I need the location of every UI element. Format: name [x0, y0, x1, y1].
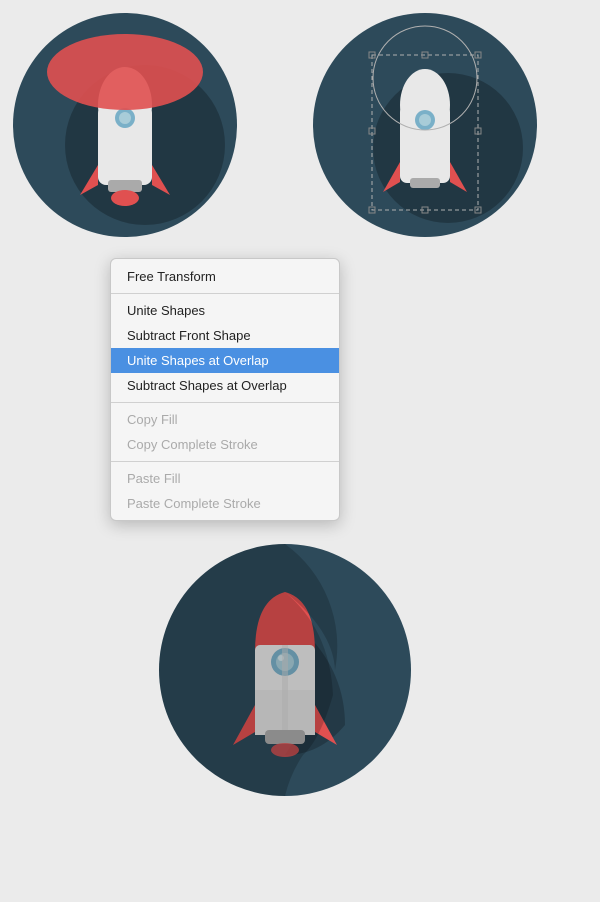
menu-item-paste-complete-stroke: Paste Complete Stroke: [111, 491, 339, 516]
icon-top-right: [310, 10, 540, 240]
icon-top-left: [10, 10, 240, 240]
menu-item-unite-shapes-at-overlap[interactable]: Unite Shapes at Overlap: [111, 348, 339, 373]
menu-item-copy-complete-stroke: Copy Complete Stroke: [111, 432, 339, 457]
menu-item-subtract-front-shape[interactable]: Subtract Front Shape: [111, 323, 339, 348]
menu-item-free-transform[interactable]: Free Transform: [111, 263, 339, 289]
context-menu[interactable]: Free Transform Unite Shapes Subtract Fro…: [110, 258, 340, 521]
menu-item-paste-fill: Paste Fill: [111, 466, 339, 491]
menu-separator-1: [111, 293, 339, 294]
menu-separator-3: [111, 461, 339, 462]
menu-item-unite-shapes[interactable]: Unite Shapes: [111, 298, 339, 323]
menu-separator-2: [111, 402, 339, 403]
icon-bottom: [155, 540, 415, 800]
menu-item-subtract-shapes-at-overlap[interactable]: Subtract Shapes at Overlap: [111, 373, 339, 398]
menu-item-copy-fill: Copy Fill: [111, 407, 339, 432]
